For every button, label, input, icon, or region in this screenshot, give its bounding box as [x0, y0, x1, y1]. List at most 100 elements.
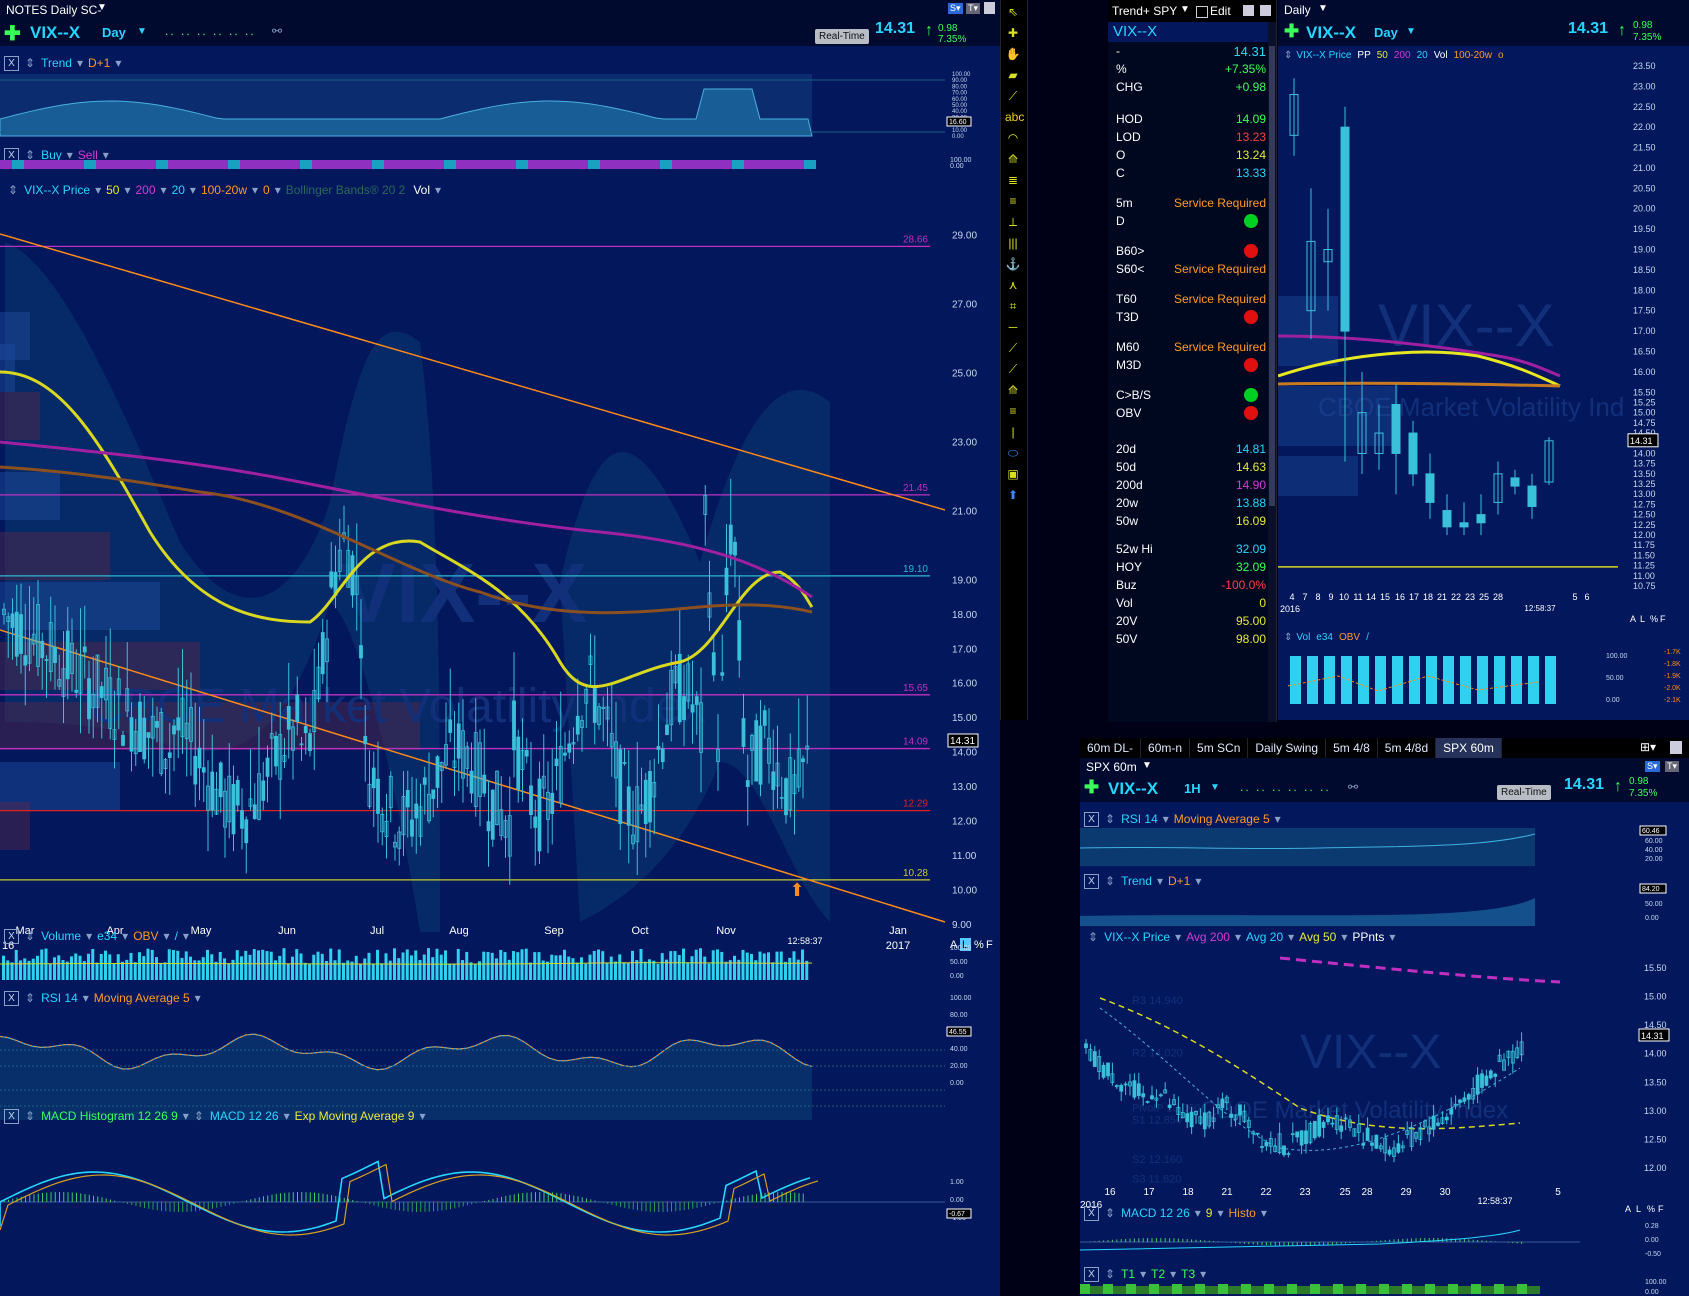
hourly-macd-name[interactable]: MACD 12 26 [1121, 1206, 1190, 1220]
trendline-icon[interactable]: ⟋ [1005, 361, 1021, 377]
hourly-avg50-label[interactable]: Avg 50 [1299, 930, 1336, 944]
ellipse-icon[interactable]: ⬭ [1005, 445, 1021, 461]
hourly-pp-label[interactable]: PPnts [1352, 930, 1384, 944]
drawing-dots-icon[interactable]: .. .. .. .. .. .. [165, 24, 256, 38]
move-study-icon[interactable]: ⇕ [25, 1109, 35, 1123]
ma-zero-label[interactable]: 0 [263, 183, 270, 197]
tab-5m-scn[interactable]: 5m SCn [1190, 738, 1249, 758]
hourly-macd-histo[interactable]: Histo [1229, 1206, 1256, 1220]
regression-icon[interactable]: ⟋ [1005, 340, 1021, 356]
daily-vol-ma[interactable]: e34 [1316, 632, 1333, 643]
obv-label[interactable]: OBV [133, 929, 158, 943]
t-button-icon[interactable]: T▾ [1665, 761, 1680, 772]
crosshair-icon[interactable]: ✚ [1005, 25, 1021, 41]
grid-icon[interactable]: ⌗ [1005, 298, 1021, 314]
window-menu-chevron-icon[interactable]: ▼ [1142, 760, 1152, 771]
volume-ma-label[interactable]: e34 [97, 929, 117, 943]
add-symbol-icon[interactable]: ✚ [4, 21, 21, 46]
channel-icon[interactable]: ≣ [1005, 172, 1021, 188]
hourly-price-name[interactable]: VIX--X Price [1104, 930, 1170, 944]
tab-spx-60m[interactable]: SPX 60m [1436, 738, 1502, 758]
add-symbol-icon[interactable]: ✚ [1084, 777, 1099, 798]
trend-study-name[interactable]: Trend [41, 56, 72, 70]
close-study-icon[interactable]: X [4, 1108, 19, 1124]
t2-label[interactable]: T2 [1151, 1267, 1165, 1281]
trend-study-param[interactable]: D+1 [88, 56, 110, 70]
quote-title[interactable]: Trend+ SPY [1112, 4, 1177, 18]
ma-20-label[interactable]: 20 [172, 183, 185, 197]
quote-title-chevron-icon[interactable]: ▼ [1180, 4, 1190, 15]
move-study-icon[interactable]: ⇕ [25, 991, 35, 1005]
horizontal-line-icon[interactable]: ─ [1005, 319, 1021, 335]
layout-settings-icon[interactable]: ⊞▾ [1640, 740, 1656, 754]
edit-checkbox[interactable] [1196, 6, 1208, 18]
arrow-up-icon[interactable]: ⬆ [1005, 487, 1021, 503]
ma-200-label[interactable]: 200 [136, 183, 156, 197]
macd-ema-label[interactable]: Exp Moving Average 9 [295, 1109, 415, 1123]
arrow-icon[interactable]: ⇖ [1005, 4, 1021, 20]
hourly-trend-param[interactable]: D+1 [1168, 874, 1190, 888]
t3-label[interactable]: T3 [1181, 1267, 1195, 1281]
save-icon[interactable] [984, 2, 995, 14]
ma-100-20w-label[interactable]: 100-20w [201, 183, 247, 197]
interval-chevron-icon[interactable]: ▼ [1406, 26, 1416, 37]
hourly-trend-name[interactable]: Trend [1121, 874, 1152, 888]
add-symbol-icon[interactable]: ✚ [1284, 21, 1299, 42]
window-icon[interactable] [1260, 5, 1271, 16]
volume-line-label[interactable]: / [175, 929, 178, 943]
s-button-icon[interactable]: S▾ [1645, 761, 1660, 772]
rsi-study-name[interactable]: RSI 14 [41, 991, 78, 1005]
main-window-title[interactable]: NOTES Daily SC- [6, 3, 101, 17]
eraser-icon[interactable]: ▰ [1005, 67, 1021, 83]
line-icon[interactable]: ⟋ [1005, 88, 1021, 104]
main-symbol[interactable]: VIX--X [30, 23, 80, 43]
move-study-icon[interactable]: ⇕ [25, 56, 35, 70]
vol-label[interactable]: Vol [413, 183, 430, 197]
daily-window-title[interactable]: Daily [1284, 3, 1311, 17]
drawing-dots-icon[interactable]: .. .. .. .. .. .. [1240, 780, 1331, 794]
hourly-avg200-label[interactable]: Avg 200 [1186, 930, 1230, 944]
hourly-rsi-name[interactable]: RSI 14 [1121, 812, 1158, 826]
hourly-rsi-ma[interactable]: Moving Average 5 [1174, 812, 1270, 826]
anchor-icon[interactable]: ⚓ [1005, 256, 1021, 272]
marker-icon[interactable]: ▣ [1005, 466, 1021, 482]
link-icon[interactable]: ⚯ [1348, 780, 1358, 794]
s-button-icon[interactable]: S▾ [948, 3, 963, 14]
daily-vol-name[interactable]: Vol [1296, 632, 1310, 643]
bollinger-label[interactable]: Bollinger Bands® 20 2 [286, 183, 406, 197]
window-menu-chevron-icon[interactable]: ▼ [97, 2, 107, 13]
vertical-lines-icon[interactable]: ||| [1005, 235, 1021, 251]
gann-icon[interactable]: ⟂ [1005, 214, 1021, 230]
text-icon[interactable]: abc [1005, 109, 1024, 125]
daily-interval[interactable]: Day [1374, 25, 1398, 40]
move-study-icon[interactable]: ⇕ [25, 929, 35, 943]
close-study-icon[interactable]: X [1084, 873, 1099, 889]
hourly-avg20-label[interactable]: Avg 20 [1246, 930, 1283, 944]
pitchfork-icon[interactable]: ⋏ [1005, 277, 1021, 293]
rsi-ma-label[interactable]: Moving Average 5 [94, 991, 190, 1005]
price-study-name[interactable]: VIX--X Price [24, 183, 90, 197]
save-icon[interactable] [1243, 5, 1254, 16]
macd-line-label[interactable]: MACD 12 26 [210, 1109, 279, 1123]
tab-5m-4-8[interactable]: 5m 4/8 [1326, 738, 1378, 758]
t-button-icon[interactable]: T▾ [966, 3, 981, 14]
ma-50-label[interactable]: 50 [106, 183, 119, 197]
interval-chevron-icon[interactable]: ▼ [1210, 782, 1220, 793]
volume-study-name[interactable]: Volume [41, 929, 81, 943]
daily-obv-label[interactable]: OBV [1339, 632, 1360, 643]
main-interval[interactable]: Day [102, 25, 126, 40]
trend-chevron-icon[interactable]: ▾ [77, 56, 83, 70]
t1-label[interactable]: T1 [1121, 1267, 1135, 1281]
close-study-icon[interactable]: X [4, 928, 19, 944]
interval-chevron-icon[interactable]: ▼ [137, 26, 147, 37]
param-chevron-icon[interactable]: ▾ [115, 56, 121, 70]
tab-60m-dl-[interactable]: 60m DL- [1080, 738, 1142, 758]
hand-icon[interactable]: ✋ [1005, 46, 1021, 62]
close-study-icon[interactable]: X [1084, 1205, 1099, 1221]
move-study-icon[interactable]: ⇕ [8, 183, 18, 197]
close-study-icon[interactable]: X [4, 990, 19, 1006]
window-menu-chevron-icon[interactable]: ▼ [1318, 3, 1328, 14]
new-layout-icon[interactable] [1670, 741, 1682, 754]
macd-hist-label[interactable]: MACD Histogram 12 26 9 [41, 1109, 178, 1123]
vline-icon[interactable]: | [1005, 424, 1021, 440]
